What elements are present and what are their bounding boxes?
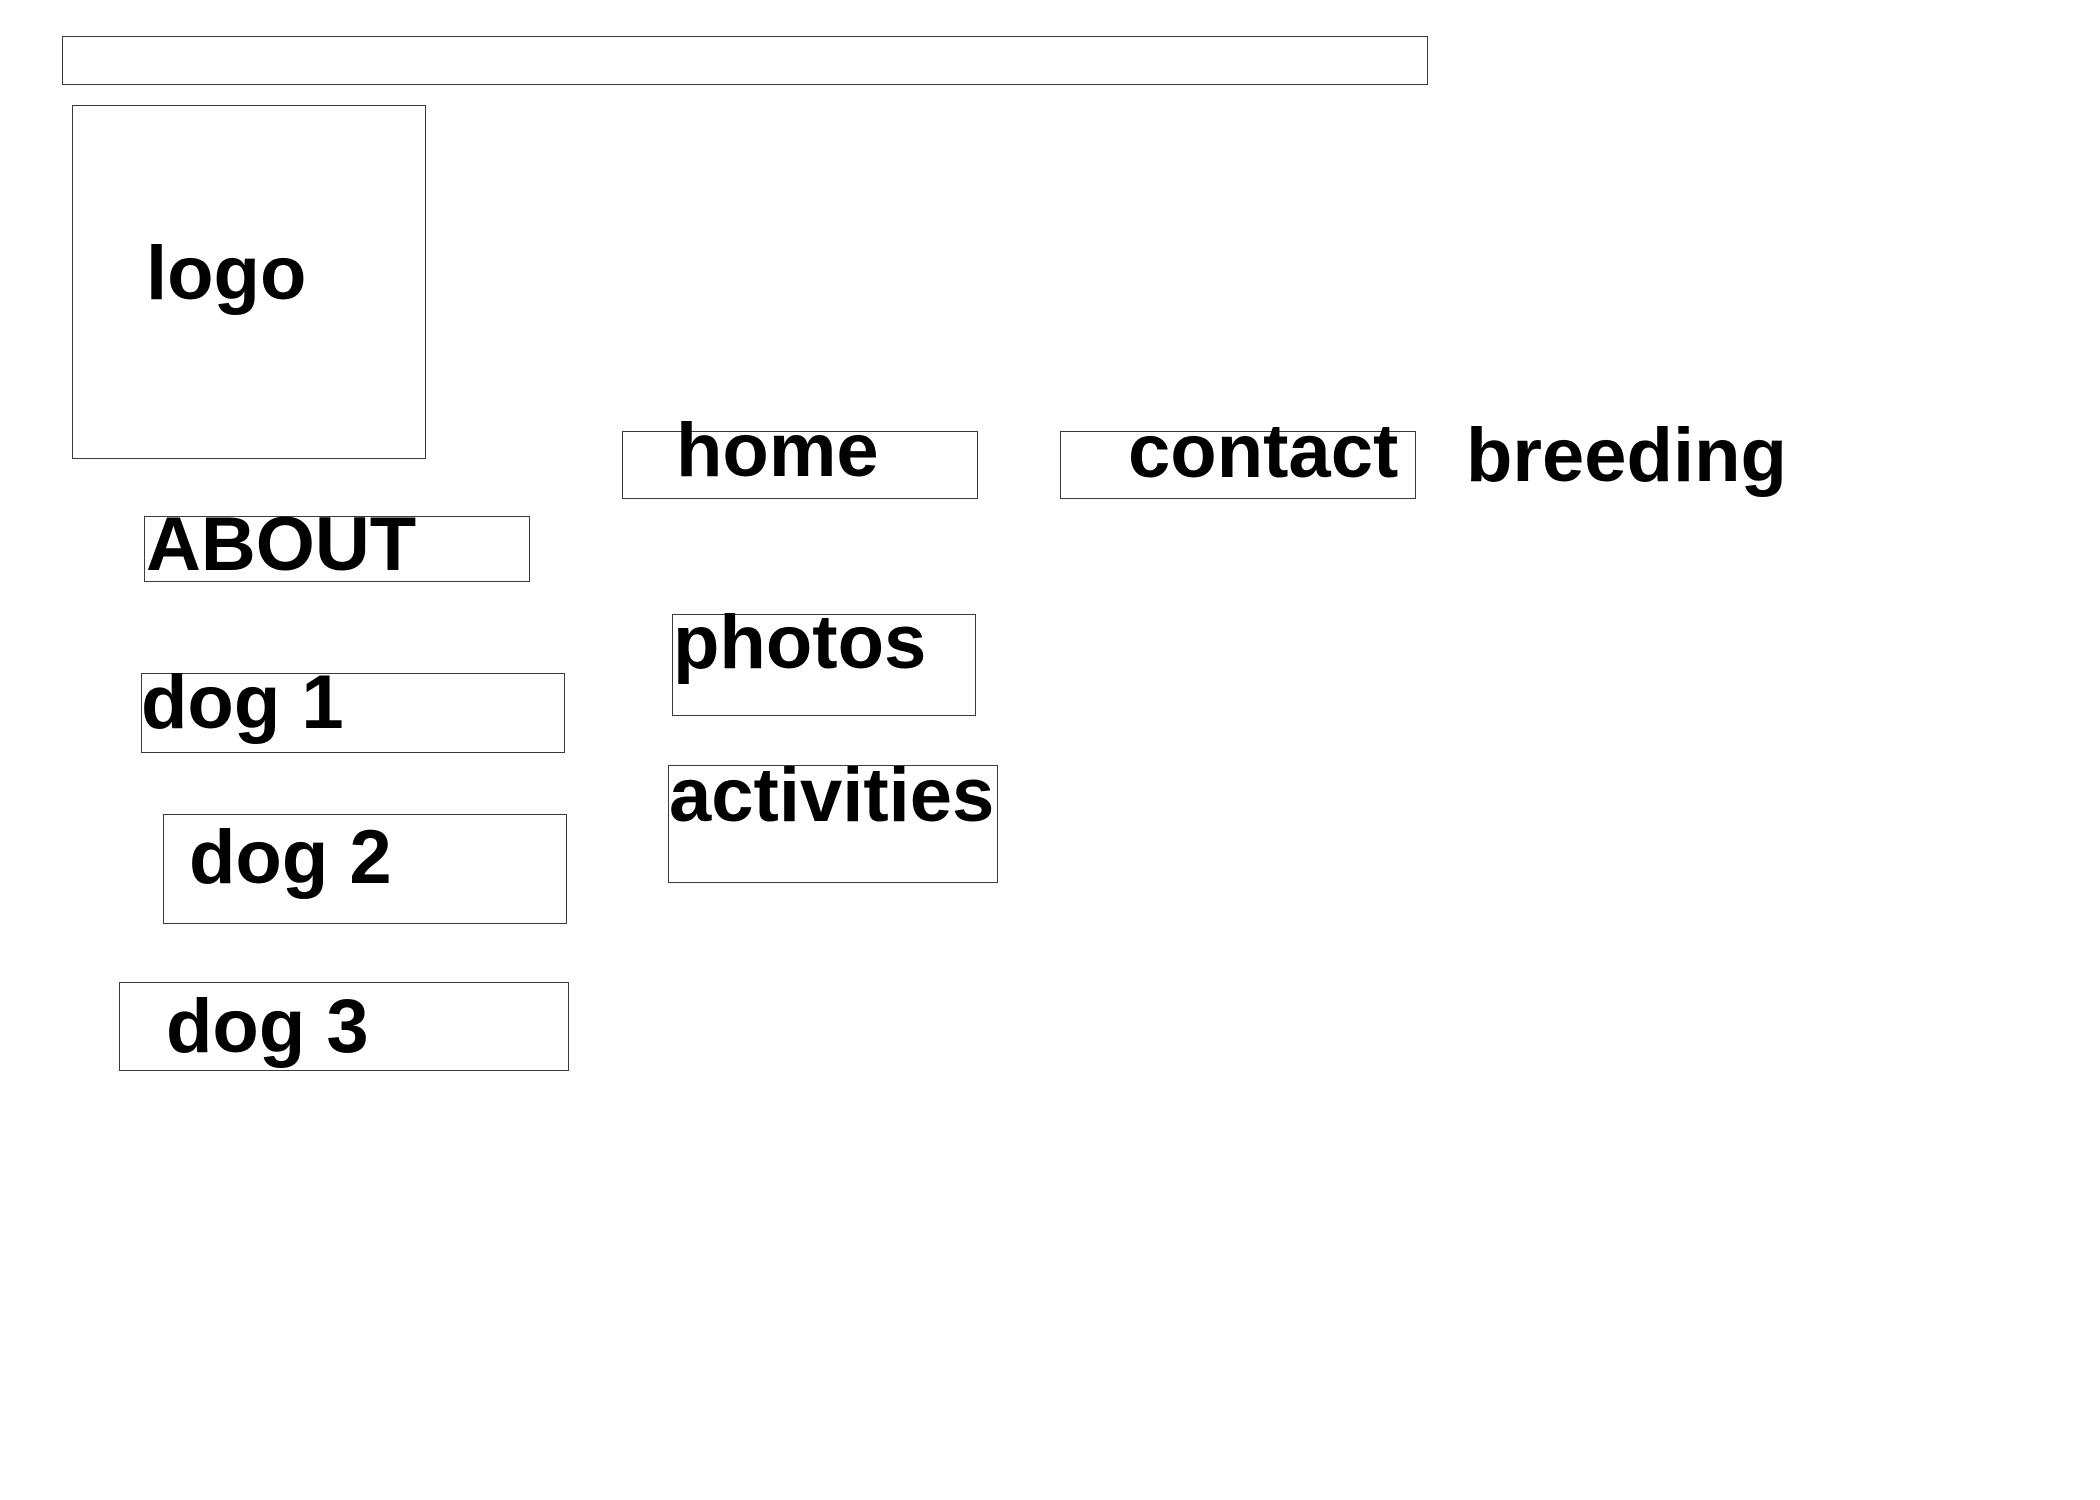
dog-3-label: dog 3 bbox=[166, 984, 369, 1069]
activities-label: activities bbox=[669, 753, 995, 838]
dog-1-label: dog 1 bbox=[141, 660, 344, 745]
logo-label: logo bbox=[146, 231, 307, 316]
nav-breeding-link[interactable]: breeding bbox=[1466, 418, 1787, 494]
dog-2-label: dog 2 bbox=[189, 815, 392, 900]
photos-label: photos bbox=[673, 600, 927, 685]
header-banner bbox=[62, 36, 1428, 85]
nav-home-label: home bbox=[676, 408, 879, 493]
nav-contact-label: contact bbox=[1128, 409, 1399, 494]
about-label: ABOUT bbox=[146, 502, 417, 587]
